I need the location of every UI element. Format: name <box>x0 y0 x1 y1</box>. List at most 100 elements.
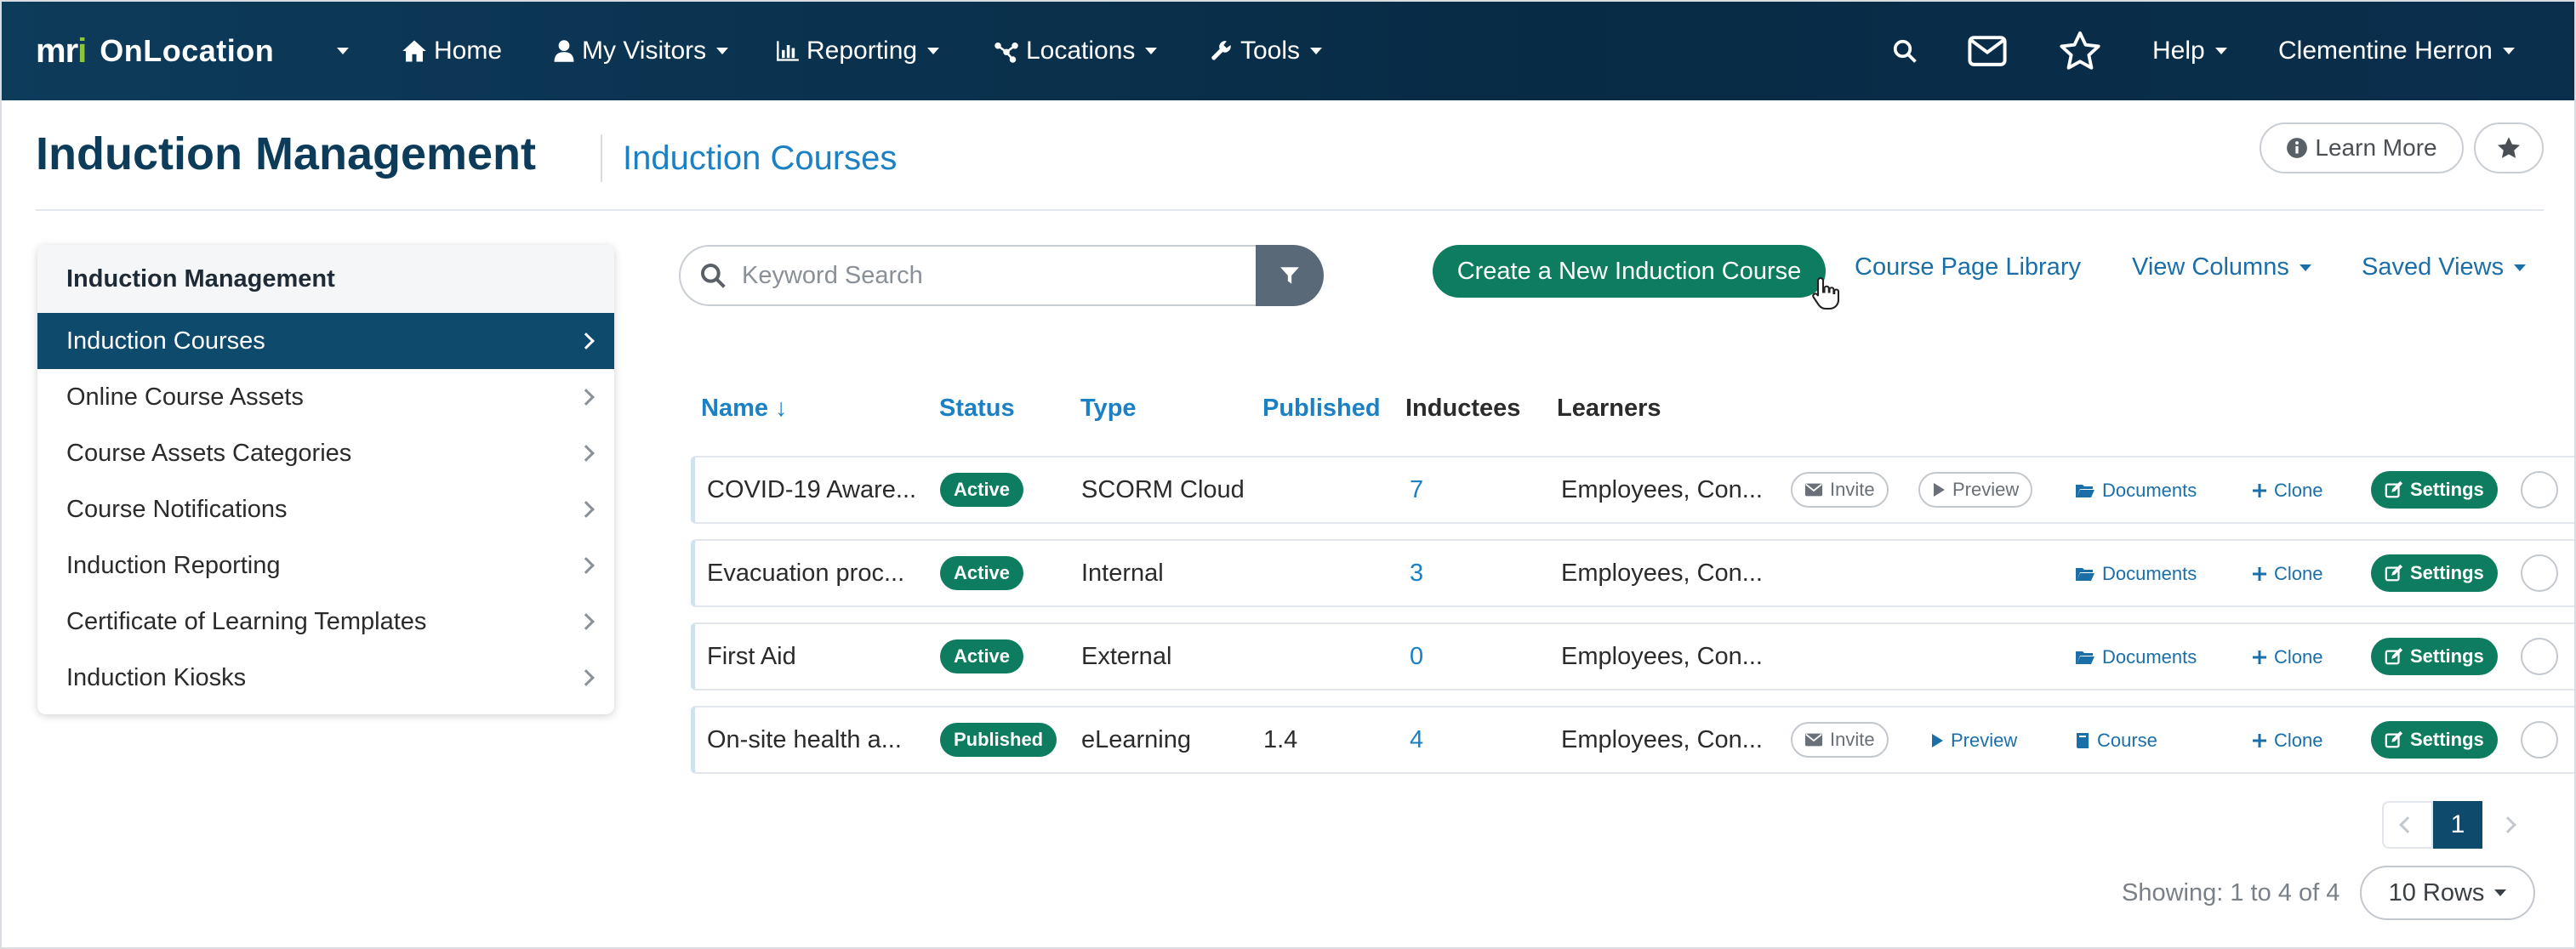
nav-tools[interactable]: Tools <box>1210 2 1323 100</box>
documents-link[interactable]: Documents <box>2075 480 2197 502</box>
preview-label: Preview <box>1951 730 2018 751</box>
chevron-right-icon <box>578 501 595 518</box>
documents-link[interactable]: Documents <box>2075 563 2197 585</box>
clone-link[interactable]: Clone <box>2252 646 2322 668</box>
favorites-button[interactable] <box>2059 2 2101 100</box>
hand-cursor-icon <box>1812 276 1840 310</box>
nav-my-visitors[interactable]: My Visitors <box>553 2 729 100</box>
chevron-down-icon <box>2299 264 2311 271</box>
chevron-right-icon <box>578 389 595 406</box>
folder-open-icon <box>2076 485 2094 497</box>
more-actions-button[interactable] <box>2521 554 2558 592</box>
settings-button[interactable]: Settings <box>2371 554 2498 592</box>
star-icon <box>2497 137 2521 158</box>
help-menu[interactable]: Help <box>2152 2 2227 100</box>
folder-open-icon <box>2076 651 2094 664</box>
course-name[interactable]: First Aid <box>707 643 796 671</box>
edit-icon <box>2385 564 2403 582</box>
more-actions-button[interactable] <box>2521 721 2558 759</box>
settings-button[interactable]: Settings <box>2371 721 2498 759</box>
search-input[interactable] <box>742 261 1235 290</box>
nav-locations[interactable]: Locations <box>994 2 1158 100</box>
nav-tools-label: Tools <box>1240 37 1301 65</box>
course-page-library-link[interactable]: Course Page Library <box>1855 253 2081 281</box>
rows-per-page-label: 10 Rows <box>2388 878 2485 906</box>
sidebar-item-online-course-assets[interactable]: Online Course Assets <box>37 369 614 425</box>
course-name[interactable]: COVID-19 Aware... <box>707 476 916 504</box>
clone-link[interactable]: Clone <box>2252 730 2322 752</box>
home-icon <box>402 40 426 62</box>
settings-button[interactable]: Settings <box>2371 638 2498 675</box>
learn-more-button[interactable]: Learn More <box>2260 122 2464 173</box>
more-actions-button[interactable] <box>2521 638 2558 675</box>
envelope-icon <box>1804 733 1823 747</box>
inductees-count-link[interactable]: 7 <box>1410 476 1423 504</box>
settings-button[interactable]: Settings <box>2371 471 2498 509</box>
edit-icon <box>2385 647 2403 665</box>
app-logo[interactable]: mri OnLocation <box>36 2 274 100</box>
search-icon <box>1893 39 1917 63</box>
book-icon <box>2077 733 2089 748</box>
rows-per-page-dropdown[interactable]: 10 Rows <box>2360 866 2535 920</box>
showing-count: Showing: 1 to 4 of 4 <box>2122 879 2340 906</box>
plus-icon <box>2253 651 2266 664</box>
nav-reporting-label: Reporting <box>806 37 918 65</box>
search-toggle[interactable] <box>1892 2 1918 100</box>
previous-page-button[interactable] <box>2382 801 2433 849</box>
invite-button[interactable]: Invite <box>1791 472 1889 508</box>
sidebar-item-induction-courses[interactable]: Induction Courses <box>37 313 614 369</box>
favorite-page-button[interactable] <box>2474 122 2544 173</box>
envelope-icon <box>1804 483 1823 497</box>
invite-button[interactable]: Invite <box>1791 722 1889 758</box>
clone-link[interactable]: Clone <box>2252 480 2322 502</box>
sidebar-item-induction-reporting[interactable]: Induction Reporting <box>37 537 614 594</box>
sidebar-item-induction-kiosks[interactable]: Induction Kiosks <box>37 650 614 706</box>
invite-label: Invite <box>1830 729 1875 750</box>
user-menu[interactable]: Clementine Herron <box>2278 2 2515 100</box>
next-page-button[interactable] <box>2482 801 2533 849</box>
course-name[interactable]: Evacuation proc... <box>707 560 904 588</box>
wrench-icon <box>1211 41 1231 60</box>
sidebar-item-course-assets-categories[interactable]: Course Assets Categories <box>37 425 614 481</box>
course-link[interactable]: Course <box>2075 730 2157 752</box>
sidebar-item-certificate-templates[interactable]: Certificate of Learning Templates <box>37 594 614 650</box>
nav-reporting[interactable]: Reporting <box>776 2 940 100</box>
app-switcher-toggle[interactable] <box>337 2 349 100</box>
more-actions-button[interactable] <box>2521 471 2558 509</box>
view-columns-dropdown[interactable]: View Columns <box>2132 253 2311 281</box>
column-header-status[interactable]: Status <box>939 395 1015 423</box>
edit-icon <box>2385 480 2403 498</box>
nav-home[interactable]: Home <box>402 2 502 100</box>
inductees-count-link[interactable]: 0 <box>1410 643 1423 671</box>
inductees-count-link[interactable]: 4 <box>1410 726 1423 754</box>
chevron-down-icon <box>716 48 729 54</box>
settings-label: Settings <box>2410 479 2484 500</box>
preview-button[interactable]: Preview <box>1918 472 2033 508</box>
sidebar-heading: Induction Management <box>37 245 614 313</box>
plus-icon <box>2253 567 2266 581</box>
column-header-name[interactable]: Name ↓ <box>701 395 788 423</box>
filter-button[interactable] <box>1256 245 1324 306</box>
learners: Employees, Con... <box>1561 643 1763 670</box>
help-label: Help <box>2152 37 2205 65</box>
sidebar-item-course-notifications[interactable]: Course Notifications <box>37 481 614 537</box>
invite-label: Invite <box>1830 479 1875 500</box>
create-induction-course-button[interactable]: Create a New Induction Course <box>1433 245 1826 298</box>
chevron-right-icon <box>578 445 595 462</box>
learners: Employees, Con... <box>1561 726 1763 753</box>
clone-link[interactable]: Clone <box>2252 563 2322 585</box>
column-header-type[interactable]: Type <box>1080 395 1137 423</box>
column-header-published[interactable]: Published <box>1262 395 1381 423</box>
preview-link[interactable]: Preview <box>1930 730 2017 752</box>
nav-home-label: Home <box>434 37 503 65</box>
bar-chart-icon <box>777 41 799 61</box>
messages-button[interactable] <box>1967 2 2008 100</box>
saved-views-dropdown[interactable]: Saved Views <box>2362 253 2527 281</box>
play-icon <box>1932 734 1943 747</box>
documents-link[interactable]: Documents <box>2075 646 2197 668</box>
table-row: Evacuation proc... Active Internal 3 Emp… <box>691 539 2574 607</box>
current-page-button[interactable]: 1 <box>2433 801 2482 849</box>
inductees-count-link[interactable]: 3 <box>1410 560 1423 588</box>
course-name[interactable]: On-site health a... <box>707 726 902 754</box>
app-window: mri OnLocation Home My Visitors Reportin… <box>0 0 2576 949</box>
